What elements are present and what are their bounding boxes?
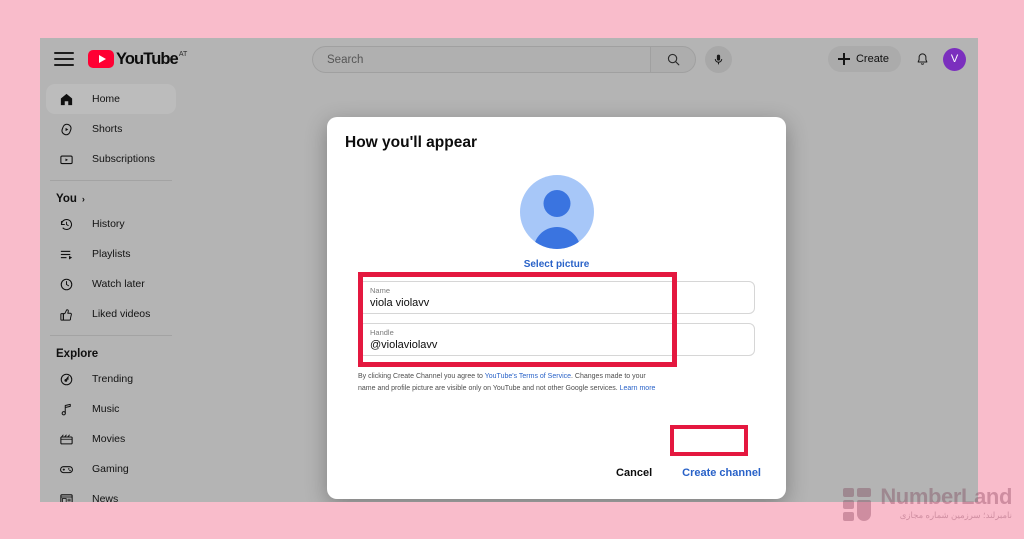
sidebar-item-playlists[interactable]: Playlists xyxy=(46,239,176,269)
name-field[interactable]: Name viola violavv xyxy=(358,281,755,314)
legal-text-part1: By clicking Create Channel you agree to xyxy=(358,373,485,380)
sidebar-section-explore: Explore xyxy=(40,342,182,364)
dialog-title: How you'll appear xyxy=(345,134,478,151)
sidebar-label: Trending xyxy=(92,373,134,385)
sidebar-label: Home xyxy=(92,93,121,105)
notifications-button[interactable] xyxy=(911,48,933,70)
youtube-app-window: YouTube AT Search Create V Home Shorts S… xyxy=(40,38,978,502)
learn-more-link[interactable]: Learn more xyxy=(620,385,656,392)
playlists-icon xyxy=(56,244,76,264)
sidebar-label: Shorts xyxy=(92,123,123,135)
sidebar-label: News xyxy=(92,493,119,502)
sidebar-label: Music xyxy=(92,403,120,415)
select-picture-link[interactable]: Select picture xyxy=(524,259,590,270)
terms-of-service-link[interactable]: YouTube's Terms of Service xyxy=(485,373,571,380)
sidebar-item-music[interactable]: Music xyxy=(46,394,176,424)
avatar-head-shape xyxy=(543,190,570,217)
search-area: Search xyxy=(312,46,732,73)
avatar-body-shape xyxy=(533,227,580,249)
music-note-icon xyxy=(56,399,76,419)
default-user-avatar[interactable] xyxy=(519,175,594,249)
sidebar-label: Movies xyxy=(92,433,126,445)
sidebar-divider-1 xyxy=(50,180,172,181)
sidebar-label: Subscriptions xyxy=(92,153,156,165)
trending-icon xyxy=(56,369,76,389)
masthead-right-controls: Create V xyxy=(827,46,966,72)
sidebar-item-home[interactable]: Home xyxy=(46,84,176,114)
gamepad-icon xyxy=(56,459,76,479)
youtube-country-code: AT xyxy=(178,51,188,58)
avatar-initial: V xyxy=(950,53,959,65)
name-field-label: Name xyxy=(370,286,391,295)
handle-field[interactable]: Handle @violaviolavv xyxy=(358,323,755,356)
microphone-icon xyxy=(714,54,723,65)
film-icon xyxy=(56,429,76,449)
sidebar-label: Gaming xyxy=(92,463,129,475)
create-button[interactable]: Create xyxy=(827,46,901,72)
create-channel-dialog: How you'll appear Select picture Name vi… xyxy=(327,117,786,499)
youtube-play-icon xyxy=(88,50,114,68)
history-icon xyxy=(56,214,76,234)
avatar-section: Select picture xyxy=(327,175,786,270)
create-button-label: Create xyxy=(855,53,889,65)
subscriptions-icon xyxy=(56,149,76,169)
sidebar-item-movies[interactable]: Movies xyxy=(46,424,176,454)
handle-field-label: Handle xyxy=(370,328,394,337)
plus-icon xyxy=(837,53,850,65)
masthead: YouTube AT Search Create V xyxy=(40,38,978,80)
sidebar: Home Shorts Subscriptions You › History … xyxy=(40,80,182,502)
create-channel-button[interactable]: Create channel xyxy=(671,460,772,486)
sidebar-label: Watch later xyxy=(92,278,145,290)
chevron-right-icon: › xyxy=(81,194,85,204)
sidebar-section-label: Explore xyxy=(56,348,99,360)
search-button[interactable] xyxy=(650,46,696,73)
youtube-wordmark: YouTube xyxy=(116,50,179,68)
dialog-actions: Cancel Create channel xyxy=(605,460,772,486)
cancel-button[interactable]: Cancel xyxy=(605,460,663,486)
bell-icon xyxy=(917,52,927,65)
account-avatar[interactable]: V xyxy=(943,47,966,71)
numberland-logo-icon xyxy=(843,488,872,521)
search-input[interactable]: Search xyxy=(312,46,650,73)
voice-search-button[interactable] xyxy=(705,46,732,73)
clock-icon xyxy=(56,274,76,294)
watermark-text: NumberLand نامبرلند؛ سرزمین شماره مجازی xyxy=(880,485,1012,521)
sidebar-label: Playlists xyxy=(92,248,131,260)
hamburger-menu-icon[interactable] xyxy=(54,52,74,66)
sidebar-section-label: You xyxy=(56,193,77,205)
channel-fields: Name viola violavv Handle @violaviolavv xyxy=(358,281,755,356)
numberland-watermark: NumberLand نامبرلند؛ سرزمین شماره مجازی xyxy=(843,485,1012,521)
sidebar-item-watch-later[interactable]: Watch later xyxy=(46,269,176,299)
search-placeholder: Search xyxy=(327,53,364,66)
watermark-subtitle: نامبرلند؛ سرزمین شماره مجازی xyxy=(899,510,1012,520)
search-icon xyxy=(667,53,679,66)
sidebar-divider-2 xyxy=(50,335,172,336)
sidebar-item-subscriptions[interactable]: Subscriptions xyxy=(46,144,176,174)
watermark-brand-name: NumberLand xyxy=(880,484,1012,509)
sidebar-item-history[interactable]: History xyxy=(46,209,176,239)
sidebar-item-gaming[interactable]: Gaming xyxy=(46,454,176,484)
sidebar-item-news[interactable]: News xyxy=(46,484,176,502)
sidebar-item-liked-videos[interactable]: Liked videos xyxy=(46,299,176,329)
home-icon xyxy=(56,89,76,109)
youtube-logo[interactable]: YouTube AT xyxy=(88,50,187,68)
sidebar-item-shorts[interactable]: Shorts xyxy=(46,114,176,144)
sidebar-label: History xyxy=(92,218,125,230)
sidebar-label: Liked videos xyxy=(92,308,151,320)
newspaper-icon xyxy=(56,489,76,502)
shorts-icon xyxy=(56,119,76,139)
legal-disclaimer: By clicking Create Channel you agree to … xyxy=(358,371,658,395)
handle-field-value: @violaviolavv xyxy=(370,339,438,351)
thumbs-up-icon xyxy=(56,304,76,324)
name-field-value: viola violavv xyxy=(370,297,430,309)
sidebar-section-you[interactable]: You › xyxy=(40,187,182,209)
sidebar-item-trending[interactable]: Trending xyxy=(46,364,176,394)
